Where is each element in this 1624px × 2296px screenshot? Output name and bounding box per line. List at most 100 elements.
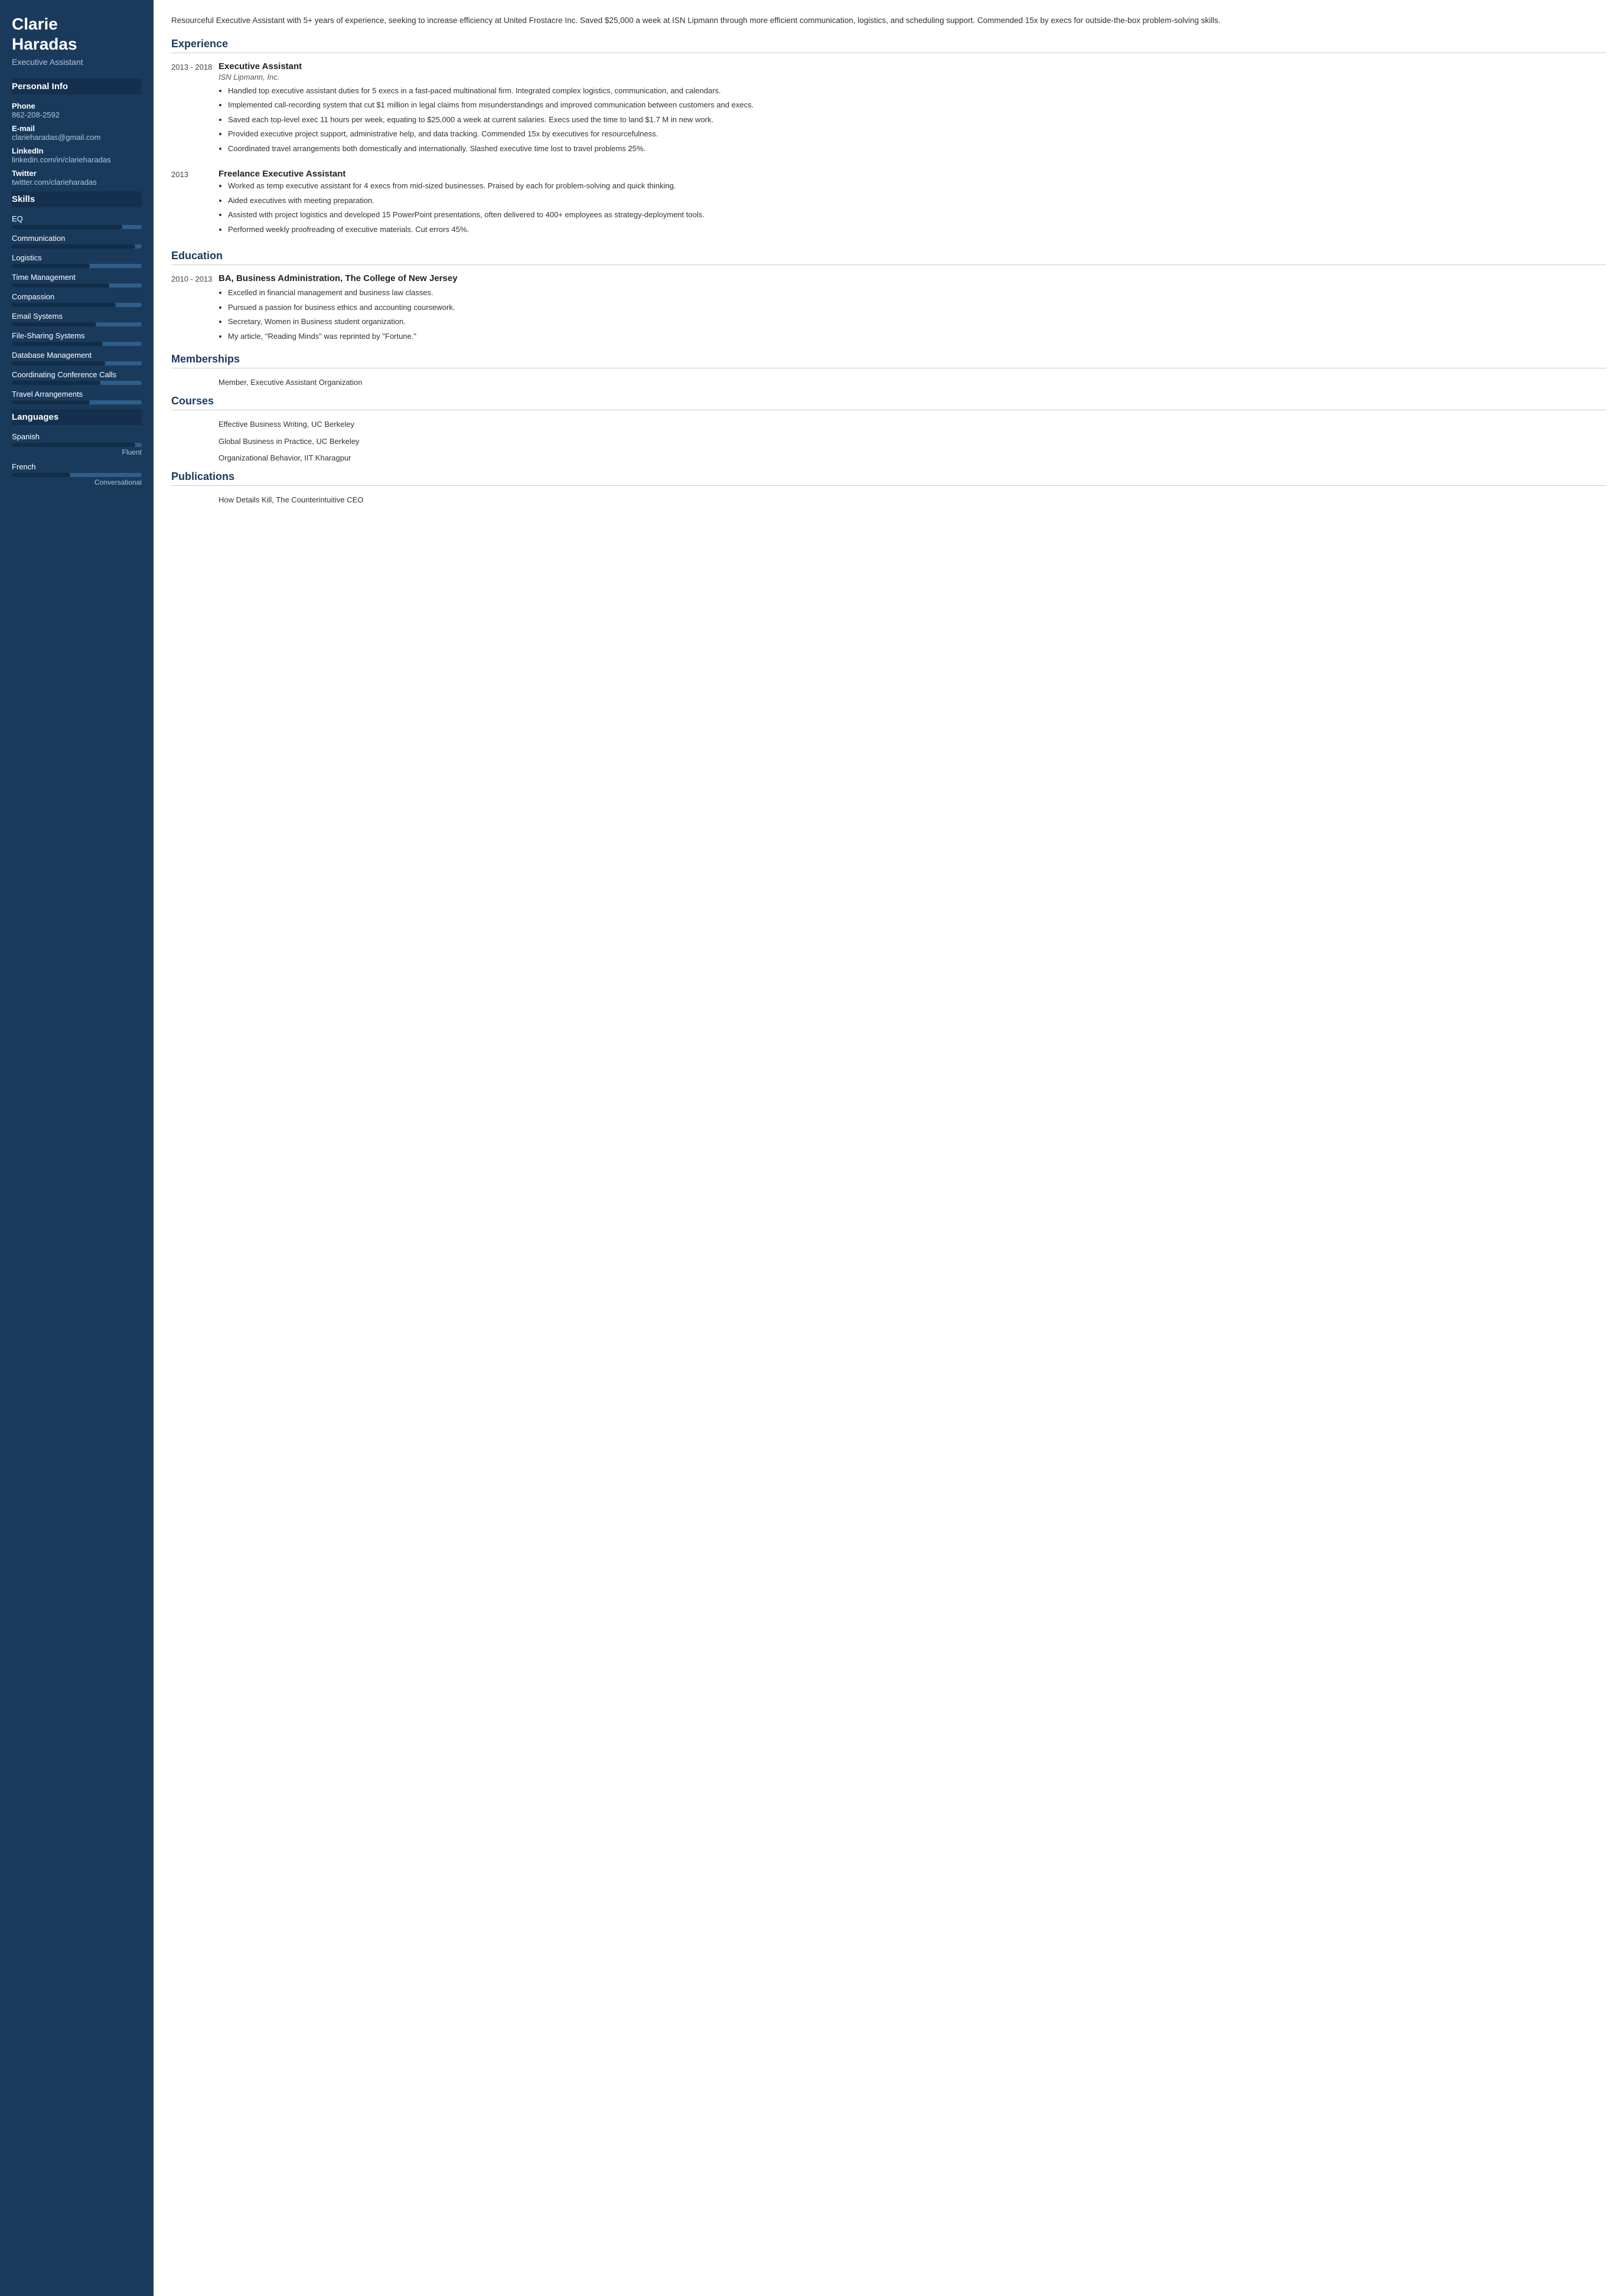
- skill-bar: [12, 303, 142, 307]
- course-text: Effective Business Writing, UC Berkeley: [219, 419, 1606, 431]
- skill-bar: [12, 381, 142, 385]
- skill-name: Email Systems: [12, 312, 142, 321]
- skill-bar: [12, 283, 142, 288]
- edu-degree: BA, Business Administration, The College…: [219, 273, 1606, 283]
- experience-section-title: Experience: [171, 38, 1606, 53]
- courses-entries: Effective Business Writing, UC Berkeley …: [171, 419, 1606, 465]
- bullet-item: Saved each top-level exec 11 hours per w…: [228, 114, 1606, 126]
- bullet-item: Pursued a passion for business ethics an…: [228, 302, 1606, 313]
- skill-item: Email Systems: [12, 312, 142, 326]
- skill-bar-fill: [12, 303, 116, 307]
- publication-entry: How Details Kill, The Counterintuitive C…: [171, 494, 1606, 507]
- skill-item: EQ: [12, 214, 142, 229]
- skill-name: Time Management: [12, 273, 142, 282]
- skill-bar: [12, 361, 142, 365]
- skill-bar-fill: [12, 264, 90, 268]
- memberships-entries: Member, Executive Assistant Organization: [171, 377, 1606, 389]
- membership-text: Member, Executive Assistant Organization: [219, 377, 1606, 389]
- exp-job-title: Executive Assistant: [219, 61, 1606, 71]
- exp-details: Freelance Executive Assistant Worked as …: [219, 169, 1606, 238]
- main-content: Resourceful Executive Assistant with 5+ …: [154, 0, 1624, 2296]
- skill-bar-fill: [12, 381, 100, 385]
- experience-entry: 2013 Freelance Executive Assistant Worke…: [171, 169, 1606, 238]
- edu-details: BA, Business Administration, The College…: [219, 273, 1606, 345]
- course-entry: Organizational Behavior, IIT Kharagpur: [171, 452, 1606, 465]
- personal-info-section-title: Personal Info: [12, 79, 142, 94]
- entry-indent: [171, 452, 219, 465]
- skill-item: File-Sharing Systems: [12, 331, 142, 346]
- course-text: Global Business in Practice, UC Berkeley: [219, 436, 1606, 448]
- membership-entry: Member, Executive Assistant Organization: [171, 377, 1606, 389]
- language-level: Fluent: [12, 448, 142, 456]
- skill-bar-fill: [12, 342, 103, 346]
- summary: Resourceful Executive Assistant with 5+ …: [171, 14, 1606, 27]
- exp-date: 2013 - 2018: [171, 61, 219, 158]
- entry-indent: [171, 377, 219, 389]
- courses-section-title: Courses: [171, 395, 1606, 410]
- skills-section-title: Skills: [12, 191, 142, 207]
- course-entry: Global Business in Practice, UC Berkeley: [171, 436, 1606, 448]
- skill-item: Compassion: [12, 292, 142, 307]
- education-section-title: Education: [171, 250, 1606, 265]
- language-name: Spanish: [12, 432, 142, 441]
- memberships-section-title: Memberships: [171, 353, 1606, 368]
- language-item: Spanish Fluent: [12, 432, 142, 456]
- skill-bar-fill: [12, 361, 105, 365]
- personal-info-phone: Phone 862-208-2592: [12, 102, 142, 119]
- education-entry: 2010 - 2013 BA, Business Administration,…: [171, 273, 1606, 345]
- bullet-item: Aided executives with meeting preparatio…: [228, 195, 1606, 207]
- skill-name: Coordinating Conference Calls: [12, 370, 142, 379]
- entry-indent: [171, 436, 219, 448]
- language-bar-fill: [12, 473, 70, 477]
- skill-bar-fill: [12, 283, 109, 288]
- education-entries: 2010 - 2013 BA, Business Administration,…: [171, 273, 1606, 345]
- course-entry: Effective Business Writing, UC Berkeley: [171, 419, 1606, 431]
- languages-list: Spanish Fluent French Conversational: [12, 432, 142, 486]
- skill-bar: [12, 322, 142, 326]
- bullet-item: Worked as temp executive assistant for 4…: [228, 180, 1606, 192]
- bullet-item: Coordinated travel arrangements both dom…: [228, 143, 1606, 155]
- language-item: French Conversational: [12, 462, 142, 486]
- bullet-item: Excelled in financial management and bus…: [228, 287, 1606, 299]
- skill-name: EQ: [12, 214, 142, 223]
- skill-item: Coordinating Conference Calls: [12, 370, 142, 385]
- skill-name: File-Sharing Systems: [12, 331, 142, 340]
- skill-bar: [12, 244, 142, 249]
- language-bar-fill: [12, 443, 135, 447]
- publication-text: How Details Kill, The Counterintuitive C…: [219, 494, 1606, 507]
- skill-name: Database Management: [12, 351, 142, 360]
- skill-item: Database Management: [12, 351, 142, 365]
- skill-item: Communication: [12, 234, 142, 249]
- publications-section-title: Publications: [171, 471, 1606, 486]
- exp-details: Executive Assistant ISN Lipmann, Inc. Ha…: [219, 61, 1606, 158]
- exp-bullets: Handled top executive assistant duties f…: [219, 85, 1606, 155]
- personal-info-fields: Phone 862-208-2592 E-mail clarieharadas@…: [12, 102, 142, 187]
- candidate-name: Clarie Haradas: [12, 14, 142, 54]
- skill-name: Compassion: [12, 292, 142, 301]
- bullet-item: Handled top executive assistant duties f…: [228, 85, 1606, 97]
- skill-bar-fill: [12, 225, 122, 229]
- entry-indent: [171, 419, 219, 431]
- skill-name: Travel Arrangements: [12, 390, 142, 399]
- personal-info-twitter: Twitter twitter.com/clarieharadas: [12, 169, 142, 187]
- skill-bar: [12, 400, 142, 404]
- skill-bar-fill: [12, 400, 90, 404]
- sidebar: Clarie Haradas Executive Assistant Perso…: [0, 0, 154, 2296]
- experience-entries: 2013 - 2018 Executive Assistant ISN Lipm…: [171, 61, 1606, 239]
- exp-job-title: Freelance Executive Assistant: [219, 169, 1606, 179]
- skill-bar-fill: [12, 322, 96, 326]
- skill-bar: [12, 225, 142, 229]
- personal-info-linkedin: LinkedIn linkedin.com/in/clarieharadas: [12, 146, 142, 164]
- bullet-item: Secretary, Women in Business student org…: [228, 316, 1606, 328]
- languages-section-title: Languages: [12, 409, 142, 425]
- edu-date: 2010 - 2013: [171, 273, 219, 345]
- exp-company: ISN Lipmann, Inc.: [219, 73, 1606, 81]
- exp-bullets: Worked as temp executive assistant for 4…: [219, 180, 1606, 235]
- skill-bar-fill: [12, 244, 135, 249]
- skill-bar: [12, 342, 142, 346]
- exp-date: 2013: [171, 169, 219, 238]
- publications-entries: How Details Kill, The Counterintuitive C…: [171, 494, 1606, 507]
- language-bar: [12, 473, 142, 477]
- skills-list: EQ Communication Logistics Time Manageme…: [12, 214, 142, 404]
- skill-bar: [12, 264, 142, 268]
